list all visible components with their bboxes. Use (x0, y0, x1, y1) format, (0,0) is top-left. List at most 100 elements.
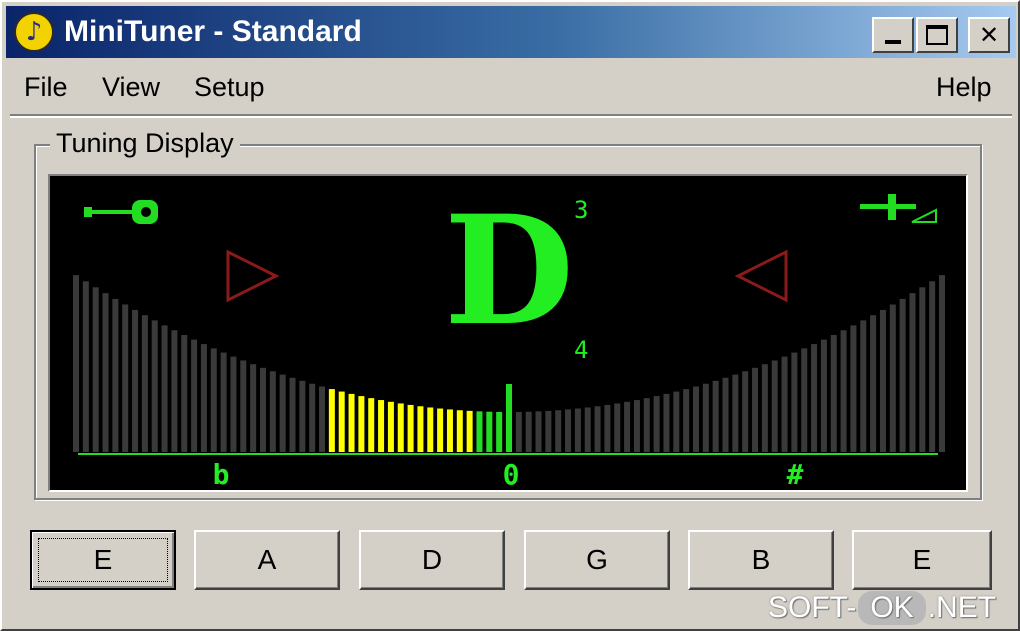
meter-bar (515, 411, 522, 452)
meter-bar (210, 348, 217, 452)
meter-bar (594, 406, 601, 452)
sharp-label: # (786, 458, 804, 491)
meter-bar (141, 315, 148, 452)
meter-pointer (506, 384, 512, 452)
maximize-icon (926, 25, 948, 45)
meter-bar (73, 275, 79, 452)
meter-bar (653, 396, 660, 452)
zero-label: 0 (502, 458, 520, 491)
meter-bar-lit (456, 410, 463, 452)
meter-bar (919, 287, 926, 452)
meter-bar (555, 410, 562, 452)
meter-bar (811, 344, 818, 452)
meter-bar-lit (397, 403, 404, 452)
meter-bar-lit (348, 393, 355, 452)
meter-bar (171, 330, 178, 452)
meter-bar (702, 383, 709, 452)
meter-bar-lit (378, 400, 385, 452)
meter-bar-lit (368, 398, 375, 452)
meter-bar (889, 304, 896, 452)
focus-ring (38, 538, 168, 582)
meter-bar (82, 281, 89, 452)
meter-bar (220, 352, 227, 452)
meter-bar (279, 374, 286, 452)
flat-arrow-icon (226, 249, 280, 303)
detected-note: D (443, 183, 575, 359)
octave-upper: 3 (574, 196, 589, 224)
string-label: B (751, 544, 771, 575)
watermark-mid: OK (858, 591, 926, 625)
minimize-icon (885, 40, 901, 44)
string-button-1[interactable]: E (30, 530, 176, 590)
meter-bar (712, 380, 719, 452)
string-label: D (421, 544, 443, 575)
meter-bar-lit (446, 409, 453, 452)
menu-file[interactable]: File (24, 72, 68, 103)
menu-view[interactable]: View (102, 72, 160, 103)
app-icon[interactable]: ♪ (14, 12, 54, 52)
meter-bar (132, 309, 139, 452)
meter-bar (742, 371, 749, 452)
meter-bar (909, 293, 916, 452)
meter-bar (289, 377, 296, 452)
string-button-4[interactable]: G (524, 530, 670, 590)
meter-bar (860, 320, 867, 452)
close-icon: ✕ (978, 21, 1000, 49)
sharp-arrow-icon (734, 249, 788, 303)
meter-bar (761, 364, 768, 452)
meter-bar (614, 403, 621, 452)
guitar-icon (84, 200, 158, 224)
meter-bar (92, 287, 99, 452)
watermark-left: SOFT- (768, 591, 857, 624)
meter-bar (929, 281, 936, 452)
meter-bar (269, 371, 276, 452)
menu-help[interactable]: Help (936, 72, 992, 103)
maximize-button[interactable] (916, 17, 958, 53)
meter-bar (200, 344, 207, 452)
string-button-2[interactable]: A (194, 530, 340, 590)
meter-bar (791, 352, 798, 452)
meter-bar (319, 386, 326, 452)
minimize-button[interactable] (872, 17, 914, 53)
meter-bar-lit (496, 411, 503, 452)
meter-bar (122, 304, 129, 452)
meter-bar-lit (407, 404, 414, 452)
meter-bar-lit (417, 406, 424, 452)
meter-bar-lit (466, 410, 473, 452)
title-bar[interactable]: ♪ MiniTuner - Standard ✕ (6, 6, 1016, 58)
meter-bar (102, 293, 109, 452)
meter-bar (191, 339, 198, 452)
meter-bar (939, 275, 945, 452)
window-title: MiniTuner - Standard (64, 15, 362, 48)
meter-bar (299, 380, 306, 452)
meter-bar (604, 404, 611, 452)
meter-bar (899, 298, 906, 452)
menu-setup[interactable]: Setup (194, 72, 265, 103)
meter-bar (250, 364, 257, 452)
meter-bar (673, 391, 680, 452)
meter-bar-lit (358, 396, 365, 452)
meter-bar (840, 330, 847, 452)
meter-bar (850, 325, 857, 452)
meter-bar (161, 325, 168, 452)
meter-bar (545, 410, 552, 452)
string-label: E (912, 544, 932, 575)
meter-bar (624, 401, 631, 452)
meter-bar (565, 409, 572, 452)
meter-bar (181, 335, 188, 452)
close-button[interactable]: ✕ (968, 17, 1010, 53)
meter-bar (151, 320, 158, 452)
string-button-6[interactable]: E (852, 530, 992, 590)
menu-separator (10, 114, 1012, 118)
flat-label: b (212, 458, 230, 491)
meter-bar (771, 360, 778, 452)
tuning-display-label: Tuning Display (50, 128, 240, 159)
meter-bar (683, 389, 690, 452)
string-label: G (586, 544, 608, 575)
meter-bar-lit (338, 391, 345, 452)
string-button-3[interactable]: D (359, 530, 505, 590)
meter-bar (230, 356, 237, 452)
meter-bar (633, 400, 640, 452)
string-button-5[interactable]: B (688, 530, 834, 590)
meter-bar (574, 408, 581, 452)
